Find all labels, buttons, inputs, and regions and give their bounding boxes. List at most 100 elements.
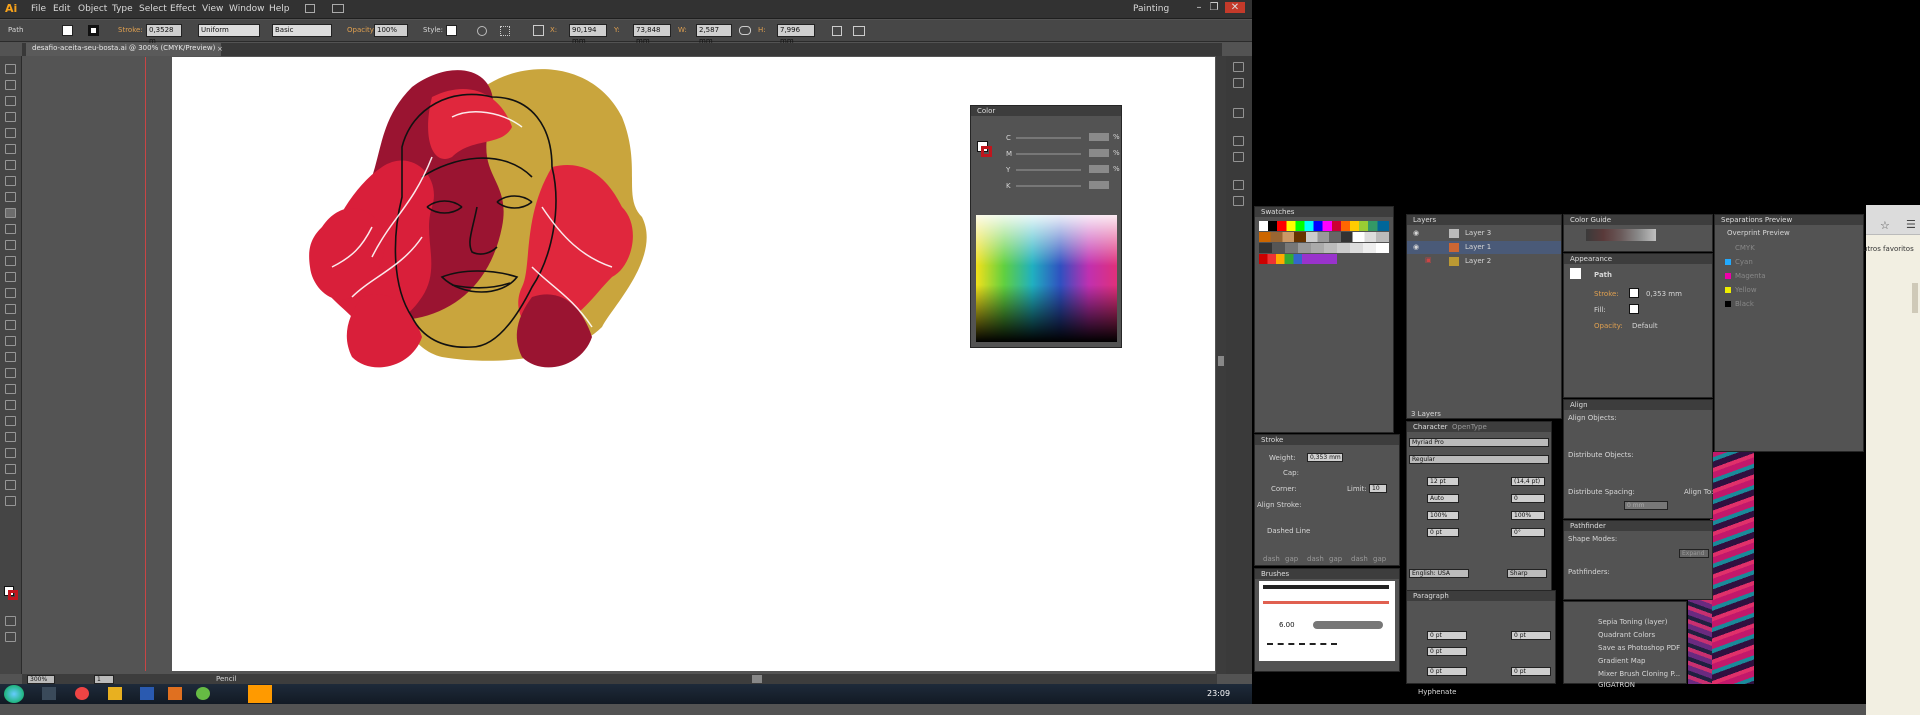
menu-select[interactable]: Select <box>139 4 167 14</box>
graphic-style-swatch[interactable] <box>446 25 457 36</box>
c-slider[interactable] <box>1016 137 1081 139</box>
opentype-tab[interactable]: OpenType <box>1452 423 1487 431</box>
explorer-icon[interactable] <box>42 687 56 700</box>
menu-object[interactable]: Object <box>78 4 107 14</box>
y-field[interactable]: 73,848 mm <box>633 24 671 45</box>
action-item[interactable]: Mixer Brush Cloning P... <box>1598 670 1680 678</box>
photoshop-icon[interactable] <box>140 687 154 700</box>
limit-field[interactable]: 10 <box>1369 484 1387 493</box>
font-style-field[interactable]: Regular <box>1409 455 1549 464</box>
layer-name[interactable]: Layer 2 <box>1465 257 1491 265</box>
language-field[interactable]: English: USA <box>1409 569 1469 578</box>
info-icon[interactable] <box>1233 78 1244 88</box>
stroke-color-icon[interactable] <box>8 590 18 600</box>
menu-type[interactable]: Type <box>112 4 133 14</box>
shape-builder-tool-icon[interactable] <box>5 320 16 330</box>
close-tab-icon[interactable]: × <box>217 45 223 53</box>
star-icon[interactable]: ☆ <box>1880 219 1890 232</box>
variable-width-profile[interactable]: Uniform <box>198 24 260 37</box>
layer-name[interactable]: Layer 1 <box>1465 243 1491 251</box>
space-before-field[interactable]: 0 pt <box>1427 667 1467 676</box>
artboard-number-field[interactable]: 1 <box>94 675 114 684</box>
dashed-line-checkbox[interactable]: Dashed Line <box>1267 527 1310 535</box>
eraser-tool-icon[interactable] <box>5 240 16 250</box>
appearance-stroke-value[interactable]: 0,353 mm <box>1646 290 1682 298</box>
scale-tool-icon[interactable] <box>5 272 16 282</box>
direct-selection-tool-icon[interactable] <box>5 80 16 90</box>
color-guide-harmony[interactable] <box>1586 229 1656 241</box>
arrange-documents-icon[interactable] <box>332 4 344 13</box>
y-slider[interactable] <box>1016 169 1081 171</box>
color-stroke-swatch[interactable] <box>981 146 992 157</box>
vertical-scrollbar[interactable] <box>1216 56 1226 674</box>
menu-help[interactable]: Help <box>269 4 290 14</box>
overprint-preview-checkbox[interactable]: Overprint Preview <box>1727 229 1790 237</box>
leading-field[interactable]: (14,4 pt) <box>1511 477 1545 486</box>
action-item[interactable]: Save as Photoshop PDF <box>1598 644 1680 652</box>
appearance-stroke-label[interactable]: Stroke: <box>1594 290 1619 298</box>
menu-view[interactable]: View <box>202 4 223 14</box>
magic-wand-tool-icon[interactable] <box>5 96 16 106</box>
m-slider[interactable] <box>1016 153 1081 155</box>
align-icon[interactable] <box>500 26 510 36</box>
ink-cmyk[interactable]: CMYK <box>1735 244 1755 252</box>
h-field[interactable]: 7,996 mm <box>777 24 815 45</box>
ink-cyan[interactable]: Cyan <box>1735 258 1753 266</box>
width-tool-icon[interactable] <box>5 288 16 298</box>
swatch-grid[interactable] <box>1259 221 1389 281</box>
paintbrush-tool-icon[interactable] <box>5 192 16 202</box>
space-after-field[interactable]: 0 pt <box>1511 667 1551 676</box>
rectangle-tool-icon[interactable] <box>5 176 16 186</box>
eye-icon[interactable]: ◉ <box>1413 229 1419 237</box>
restore-icon[interactable]: ❐ <box>1208 2 1220 13</box>
y-field[interactable] <box>1089 165 1109 173</box>
perspective-grid-tool-icon[interactable] <box>5 336 16 346</box>
drawing-mode-icon[interactable] <box>5 616 16 626</box>
illustrator-taskbar-icon[interactable] <box>248 685 272 703</box>
menu-window[interactable]: Window <box>229 4 265 14</box>
menu-file[interactable]: File <box>31 4 46 14</box>
document-tab[interactable]: desafio-aceita-seu-bosta.ai @ 300% (CMYK… <box>26 43 222 56</box>
reference-point-icon[interactable] <box>533 25 544 36</box>
screen-mode-icon[interactable] <box>5 632 16 642</box>
left-indent-field[interactable]: 0 pt <box>1427 631 1467 640</box>
m-field[interactable] <box>1089 149 1109 157</box>
color-panel-icon[interactable] <box>1233 62 1244 72</box>
menu-effect[interactable]: Effect <box>170 4 196 14</box>
zoom-tool-icon[interactable] <box>5 496 16 506</box>
baseline-shift-field[interactable]: 0 pt <box>1427 528 1459 537</box>
workspace-switcher[interactable]: Painting <box>1133 4 1169 14</box>
line-tool-icon[interactable] <box>5 160 16 170</box>
app-icon[interactable] <box>108 687 122 700</box>
lock-icon[interactable]: ▣ <box>1425 256 1432 264</box>
k-field[interactable] <box>1089 181 1109 189</box>
vlc-icon[interactable] <box>168 687 182 700</box>
minimize-icon[interactable]: – <box>1193 2 1205 13</box>
slice-tool-icon[interactable] <box>5 464 16 474</box>
opacity-field[interactable]: 100% <box>374 24 408 37</box>
stroke-weight-field[interactable]: 0,3528 m <box>146 24 182 45</box>
bridge-icon[interactable] <box>305 4 315 13</box>
pen-tool-icon[interactable] <box>5 128 16 138</box>
ink-magenta[interactable]: Magenta <box>1735 272 1766 280</box>
menu-edit[interactable]: Edit <box>53 4 70 14</box>
horizontal-scale-field[interactable]: 100% <box>1511 511 1545 520</box>
menu-icon[interactable]: ☰ <box>1906 218 1916 231</box>
artboards-icon[interactable] <box>1233 180 1244 190</box>
mesh-tool-icon[interactable] <box>5 352 16 362</box>
k-slider[interactable] <box>1016 185 1081 187</box>
chrome-icon[interactable] <box>75 687 89 700</box>
action-item[interactable]: Gradient Map <box>1598 657 1645 665</box>
action-item[interactable]: Sepia Toning (layer) <box>1598 618 1668 626</box>
horizontal-scroll-thumb[interactable] <box>752 675 762 683</box>
x-field[interactable]: 90,194 mm <box>569 24 607 45</box>
color-spectrum[interactable] <box>976 215 1117 342</box>
action-item[interactable]: Quadrant Colors <box>1598 631 1655 639</box>
hand-tool-icon[interactable] <box>5 480 16 490</box>
spacing-field[interactable]: 0 mm <box>1624 501 1668 510</box>
c-field[interactable] <box>1089 133 1109 141</box>
appearance-stroke-swatch[interactable] <box>1629 288 1639 298</box>
eye-icon[interactable]: ◉ <box>1413 243 1419 251</box>
character-rotation-field[interactable]: 0° <box>1511 528 1545 537</box>
type-tool-icon[interactable] <box>5 144 16 154</box>
